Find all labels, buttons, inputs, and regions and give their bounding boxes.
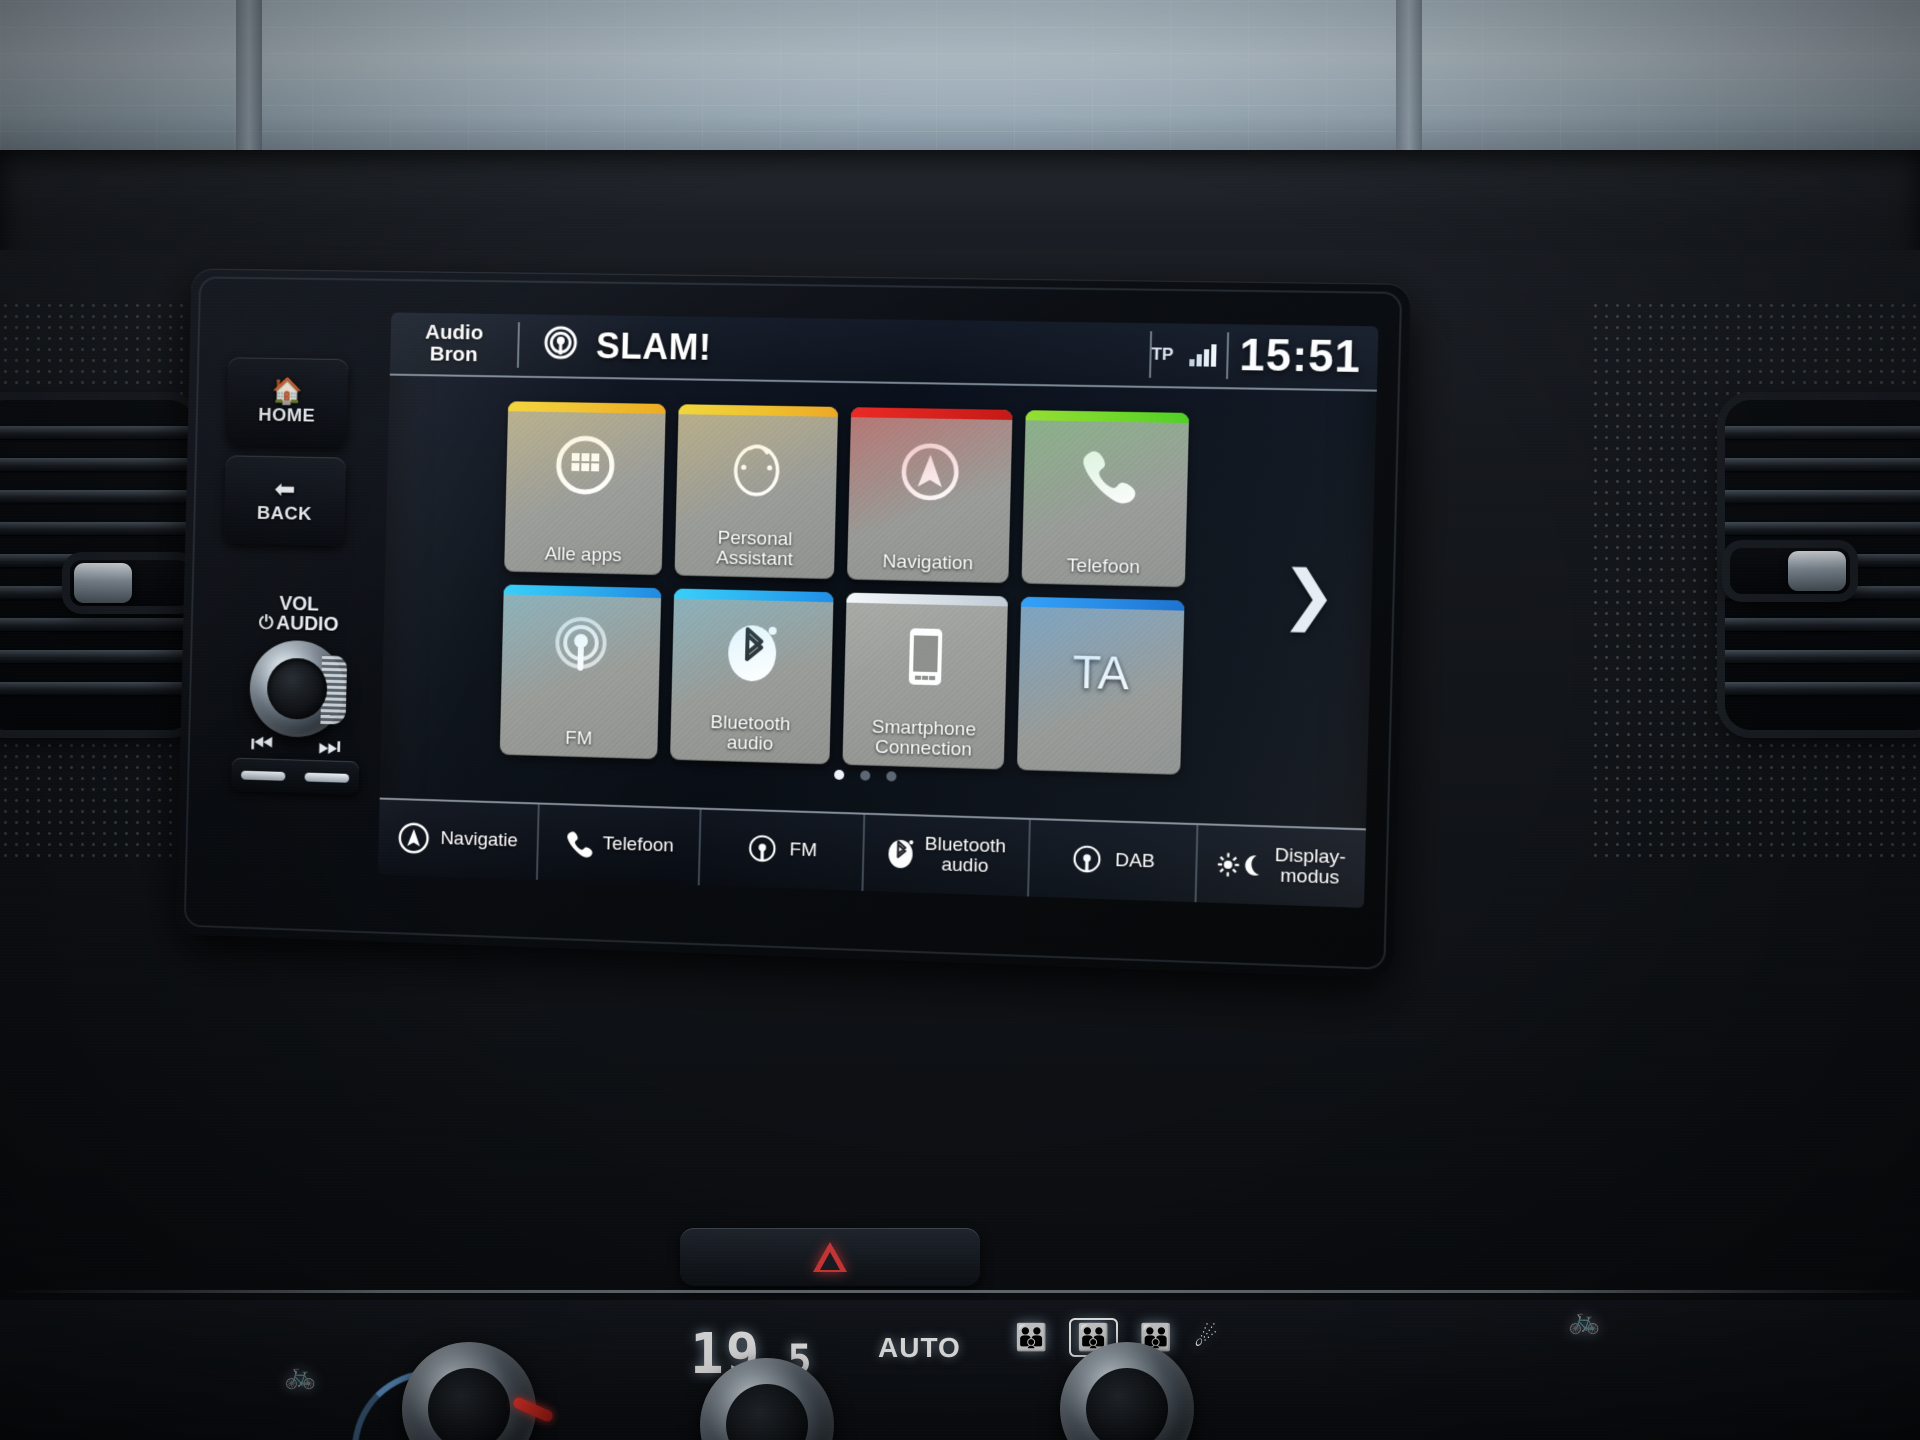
tile-label: Alle apps — [544, 543, 622, 567]
touchscreen-display[interactable]: Audio Bron SLAM! TP 15:51 Alle apps Pers… — [377, 312, 1379, 908]
tp-indicator: TP — [1151, 344, 1174, 365]
station-name: SLAM! — [595, 325, 712, 368]
tile-label-line2: audio — [726, 732, 774, 755]
clock: 15:51 — [1238, 330, 1362, 383]
shortcut-label: DAB — [1114, 849, 1156, 873]
tile-row-1: Alle apps Personal Assistant Navigation … — [504, 401, 1211, 588]
tile-bluetooth-audio[interactable]: Bluetooth audio — [670, 588, 834, 765]
tile-label-line1: Personal — [717, 527, 793, 550]
volume-knob-knurling — [320, 654, 348, 725]
auto-indicator: AUTO — [878, 1332, 961, 1363]
shortcut-label: Navigatie — [440, 828, 519, 852]
defrost-icon: ☄ — [1194, 1322, 1218, 1352]
tile-label: Telefoon — [1066, 555, 1141, 579]
console-trim-line — [0, 1290, 1920, 1293]
phone-handset-icon — [563, 828, 593, 859]
hard-key-column: 🏠 HOME ⬅ BACK VOL ⏻ AUDIO ⏮ ⏭ — [216, 357, 360, 851]
vent-knob-right[interactable] — [1730, 548, 1850, 594]
page-dot-1[interactable] — [834, 769, 845, 780]
page-dot-2[interactable] — [860, 770, 871, 781]
radio-waves-icon — [745, 832, 780, 867]
status-bar: Audio Bron SLAM! TP 15:51 — [389, 312, 1379, 392]
vol-label-line2: AUDIO — [276, 612, 339, 637]
back-button[interactable]: ⬅ BACK — [223, 455, 347, 547]
track-skip-buttons[interactable] — [231, 757, 360, 795]
radio-waves-icon — [1070, 842, 1106, 877]
tile-telefoon[interactable]: Telefoon — [1021, 410, 1190, 588]
back-arrow-icon: ⬅ — [274, 473, 296, 504]
tile-label: Navigation — [882, 551, 974, 575]
shortcut-label-line1: Bluetooth — [924, 833, 1007, 858]
tile-label-line2: Assistant — [715, 547, 794, 571]
sun-moon-icon — [1216, 851, 1264, 879]
navigation-arrow-icon — [397, 821, 431, 856]
airflow-face-icon: 👪 — [1015, 1322, 1048, 1352]
house-icon: 🏠 — [271, 375, 304, 406]
audio-source-line2: Bron — [429, 342, 478, 367]
shortcut-label: Display- modus — [1274, 845, 1346, 889]
vent-knob-left[interactable] — [70, 560, 190, 606]
dab-icon — [541, 325, 581, 365]
infotainment-head-unit: 🏠 HOME ⬅ BACK VOL ⏻ AUDIO ⏮ ⏭ Audio Bron… — [175, 268, 1411, 979]
home-button[interactable]: 🏠 HOME — [225, 357, 349, 448]
tile-smartphone-connection[interactable]: Smartphone Connection — [842, 592, 1008, 770]
tile-fm[interactable]: FM — [499, 584, 662, 760]
now-playing[interactable]: SLAM! — [519, 324, 1150, 376]
skip-forward-button[interactable] — [304, 772, 350, 783]
volume-knob[interactable] — [248, 639, 348, 739]
audio-source-button[interactable]: Audio Bron — [390, 321, 518, 366]
tile-personal-assistant[interactable]: Personal Assistant — [674, 404, 839, 580]
skip-back-button[interactable] — [240, 770, 286, 781]
hazard-triangle-icon — [813, 1242, 847, 1272]
status-indicators: TP — [1151, 342, 1227, 367]
volume-control-group: VOL ⏻ AUDIO — [229, 593, 367, 739]
back-button-label: BACK — [256, 503, 313, 525]
tile-row-2: FM Bluetooth audio Smartphone Connection — [499, 584, 1206, 775]
shortcut-label: Telefoon — [602, 833, 675, 857]
signal-bars-icon — [1189, 344, 1218, 367]
temperature-knob[interactable] — [402, 1342, 536, 1440]
dashboard-photo: 🏠 HOME ⬅ BACK VOL ⏻ AUDIO ⏮ ⏭ Audio Bron… — [0, 0, 1920, 1440]
tile-label: Personal Assistant — [675, 527, 835, 571]
shortcut-bluetooth-audio[interactable]: Bluetooth audio — [863, 814, 1031, 897]
heated-seat-icon-left[interactable]: 🚲 — [284, 1360, 316, 1391]
bluetooth-icon — [886, 836, 915, 871]
tile-label-line1: Bluetooth — [710, 711, 791, 736]
tile-navigation[interactable]: Navigation — [846, 407, 1013, 584]
home-tile-grid: Alle apps Personal Assistant Navigation … — [499, 401, 1210, 788]
chevron-right-icon[interactable]: ❯ — [1280, 557, 1337, 632]
tile-label: Smartphone Connection — [843, 716, 1005, 762]
audio-source-line1: Audio — [424, 320, 484, 345]
shortcut-fm[interactable]: FM — [699, 809, 866, 891]
shortcut-dab[interactable]: DAB — [1029, 819, 1199, 903]
tile-label: Bluetooth audio — [670, 712, 830, 757]
shortcut-navigatie[interactable]: Navigatie — [377, 799, 540, 880]
hazard-light-button[interactable] — [680, 1228, 980, 1286]
tile-label-line2: Connection — [874, 736, 973, 761]
skip-back-icon: ⏮ — [250, 728, 274, 759]
shortcut-display-modus[interactable]: Display- modus — [1197, 825, 1366, 908]
tile-alle-apps[interactable]: Alle apps — [504, 401, 666, 576]
shortcut-telefoon[interactable]: Telefoon — [537, 804, 702, 886]
skip-forward-icon: ⏭ — [317, 730, 342, 761]
power-icon: ⏻ — [258, 612, 274, 634]
home-button-label: HOME — [258, 404, 316, 427]
shortcut-label: Bluetooth audio — [924, 833, 1007, 878]
shortcut-label-line2: audio — [941, 854, 989, 878]
shortcut-label-line2: modus — [1279, 865, 1340, 889]
tile-ta[interactable]: TA — [1016, 596, 1185, 775]
volume-label: VOL ⏻ AUDIO — [231, 593, 367, 636]
shortcut-label: FM — [789, 839, 818, 862]
page-dot-3[interactable] — [886, 771, 897, 782]
heated-seat-icon-right[interactable]: 🚲 — [1568, 1305, 1600, 1336]
